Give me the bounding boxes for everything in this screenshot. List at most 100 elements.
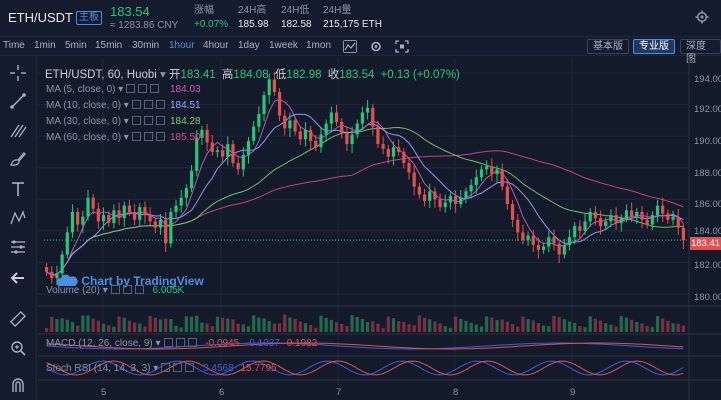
candle-body — [334, 112, 339, 122]
volume-bar — [443, 326, 447, 332]
ohlc-legend: ETH/USDT, 60, Huobi ▾ 开183.41 高184.08 低1… — [45, 69, 460, 81]
close-icon[interactable] — [187, 338, 197, 347]
trend-line-icon[interactable] — [9, 92, 27, 110]
candle-body — [562, 245, 566, 255]
candle-body — [391, 147, 396, 157]
volume-bar — [55, 319, 59, 332]
ma-30-line — [46, 126, 684, 276]
pattern-icon[interactable] — [9, 209, 27, 227]
tf-1day[interactable]: 1day — [238, 40, 260, 51]
macd-legend[interactable]: MACD (12, 26, close, 9) ▾ -0.0945 -0.103… — [46, 338, 317, 349]
close-icon[interactable] — [155, 100, 165, 109]
volume-bar — [44, 328, 49, 332]
tf-30min[interactable]: 30min — [132, 40, 159, 51]
candle-body — [288, 120, 292, 129]
visibility-icon[interactable] — [110, 285, 120, 294]
visibility-icon[interactable] — [131, 100, 141, 109]
candle-body — [650, 215, 654, 225]
volume-bar — [329, 319, 333, 332]
prediction-icon[interactable] — [9, 238, 27, 256]
crosshair-icon[interactable] — [9, 64, 27, 82]
volume-bar — [298, 321, 302, 332]
candle-body — [531, 235, 535, 246]
volume-bar — [340, 323, 344, 332]
close-icon[interactable] — [155, 116, 165, 125]
magnet-icon[interactable] — [9, 376, 27, 394]
volume-bar — [107, 325, 111, 332]
stat-value: 185.98 — [238, 19, 269, 30]
candle-body — [340, 121, 344, 134]
indicators-icon[interactable] — [343, 40, 357, 53]
settings-gear-icon[interactable] — [369, 40, 383, 53]
candle-body — [81, 216, 85, 225]
settings-icon[interactable] — [138, 84, 148, 93]
volume-legend[interactable]: Volume (20) ▾ 6.005K — [46, 285, 184, 296]
tf-1mon[interactable]: 1mon — [306, 40, 331, 51]
settings-icon[interactable] — [173, 363, 183, 372]
volume-bar — [630, 319, 634, 332]
settings-icon[interactable] — [695, 10, 709, 24]
tf-1min[interactable]: 1min — [34, 40, 56, 51]
view-basic-button[interactable]: 基本版 — [587, 39, 629, 54]
volume-bar — [469, 322, 473, 332]
close-icon[interactable] — [134, 285, 144, 294]
candle-body — [189, 170, 194, 189]
settings-icon[interactable] — [122, 285, 132, 294]
brush-icon[interactable] — [9, 150, 27, 168]
stoch-rsi-legend[interactable]: Stoch RSI (14, 14, 3, 3) ▾ 3.4568 15.779… — [46, 363, 277, 374]
zoom-icon[interactable] — [9, 339, 27, 357]
view-depth-button[interactable]: 深度图 — [680, 39, 721, 65]
candle-body — [567, 237, 572, 246]
close-icon[interactable] — [150, 84, 160, 93]
visibility-icon[interactable] — [131, 132, 141, 141]
tf-5min[interactable]: 5min — [65, 40, 87, 51]
stat-label: 涨幅 — [194, 5, 214, 16]
tf-1hour[interactable]: 1hour — [169, 40, 195, 51]
visibility-icon[interactable] — [161, 363, 171, 372]
pitchfork-icon[interactable] — [9, 121, 27, 139]
candle-body — [505, 186, 509, 205]
ma-value: 184.51 — [170, 100, 201, 111]
candle-body — [547, 237, 551, 247]
visibility-icon[interactable] — [126, 84, 136, 93]
visibility-icon[interactable] — [163, 338, 173, 347]
ma-label: MA (5, close, 0) — [46, 84, 116, 95]
volume-bar — [583, 327, 587, 332]
fullscreen-icon[interactable] — [395, 40, 409, 53]
settings-icon[interactable] — [143, 116, 153, 125]
view-pro-button[interactable]: 专业版 — [633, 39, 675, 54]
tf-time[interactable]: Time — [3, 40, 25, 51]
pair-name[interactable]: ETH/USDT — [8, 10, 73, 25]
back-arrow-icon[interactable] — [9, 269, 27, 287]
close-icon[interactable] — [155, 132, 165, 141]
y-tick: 192.00 — [694, 104, 721, 115]
visibility-icon[interactable] — [131, 116, 141, 125]
settings-icon[interactable] — [143, 100, 153, 109]
volume-bar — [293, 318, 297, 332]
candle-body — [44, 267, 49, 272]
tf-15min[interactable]: 15min — [95, 40, 122, 51]
candle-body — [257, 114, 261, 127]
tf-4hour[interactable]: 4hour — [203, 40, 229, 51]
open-label: 开 — [169, 69, 181, 81]
tf-1week[interactable]: 1week — [269, 40, 298, 51]
ma-5-legend[interactable]: MA (5, close, 0) ▾ 184.03 — [46, 84, 201, 95]
volume-bar — [365, 322, 370, 332]
chart-symbol[interactable]: ETH/USDT, 60, Huobi — [45, 69, 157, 81]
volume-value: 6.005K — [152, 285, 185, 296]
volume-bar — [319, 315, 323, 332]
ma-10-legend[interactable]: MA (10, close, 0) ▾ 184.51 — [46, 100, 201, 111]
candle-body — [96, 208, 100, 222]
ma-60-line — [46, 150, 684, 276]
close-icon[interactable] — [185, 363, 195, 372]
candle-body — [164, 219, 168, 244]
candle-body — [60, 254, 64, 274]
ma-30-legend[interactable]: MA (30, close, 0) ▾ 184.28 — [46, 116, 201, 127]
text-icon[interactable] — [9, 180, 27, 198]
volume-bar — [138, 323, 142, 332]
ma-60-legend[interactable]: MA (60, close, 0) ▾ 185.50 — [46, 132, 201, 143]
ruler-icon[interactable] — [9, 310, 27, 328]
settings-icon[interactable] — [143, 132, 153, 141]
ma-value: 184.28 — [170, 116, 201, 127]
settings-icon[interactable] — [175, 338, 185, 347]
